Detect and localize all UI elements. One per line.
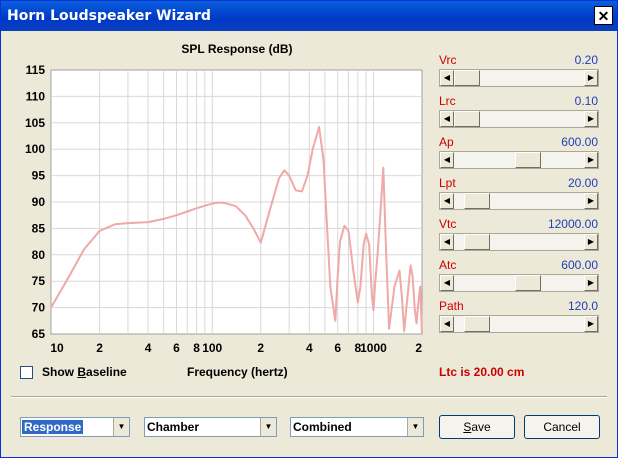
separator [11, 396, 607, 398]
slider-vrc[interactable]: ◀ ▶ [439, 69, 599, 87]
slider-thumb[interactable] [464, 234, 491, 250]
chevron-down-icon[interactable]: ▼ [113, 418, 129, 436]
title-bar: Horn Loudspeaker Wizard ✕ [1, 1, 617, 31]
spl-response-chart: 1151101051009590858075706510 2 4 6 8 100 2 4 6 81… [25, 63, 423, 355]
y-tick-label: 70 [32, 301, 46, 315]
x-tick-label: 4 [145, 341, 152, 355]
slider-thumb[interactable] [464, 193, 491, 209]
slider-path[interactable]: ◀ ▶ [439, 315, 599, 333]
y-tick-label: 110 [26, 89, 46, 103]
slider-label-vtc: Vtc [439, 217, 457, 231]
slider-value-lrc: 0.10 [574, 94, 598, 108]
x-tick-label: 2 [415, 341, 422, 355]
x-tick-label: 2 [257, 341, 264, 355]
chamber-select-value: Chamber [147, 420, 200, 434]
window-title: Horn Loudspeaker Wizard [7, 8, 211, 24]
slider-thumb[interactable] [515, 152, 542, 168]
status-text: Ltc is 20.00 cm [439, 365, 525, 379]
combined-select[interactable]: Combined ▼ [290, 417, 424, 437]
save-button[interactable]: Save [439, 415, 515, 439]
scroll-left-icon[interactable]: ◀ [440, 70, 454, 86]
x-tick-label: 10 [50, 341, 64, 355]
slider-label-path: Path [439, 299, 464, 313]
slider-label-vrc: Vrc [439, 53, 457, 67]
x-tick-label: 6 [334, 341, 341, 355]
slider-value-atc: 600.00 [561, 258, 598, 272]
chevron-down-icon[interactable]: ▼ [407, 418, 423, 436]
y-tick-label: 100 [25, 142, 45, 156]
slider-thumb[interactable] [454, 111, 480, 127]
slider-label-lpt: Lpt [439, 176, 456, 190]
x-tick-label: 2 [96, 341, 103, 355]
y-tick-label: 90 [32, 195, 46, 209]
response-select-value: Response [20, 419, 85, 435]
x-axis-title: Frequency (hertz) [187, 365, 288, 379]
y-tick-label: 95 [32, 169, 46, 183]
x-tick-label: 100 [202, 341, 222, 355]
scroll-right-icon[interactable]: ▶ [584, 111, 598, 127]
show-baseline-label[interactable]: Show Baseline [42, 365, 127, 379]
show-baseline-checkbox[interactable] [20, 366, 33, 379]
slider-thumb[interactable] [515, 275, 542, 291]
slider-label-atc: Atc [439, 258, 457, 272]
y-tick-label: 105 [25, 116, 45, 130]
scroll-left-icon[interactable]: ◀ [440, 193, 454, 209]
slider-lpt[interactable]: ◀ ▶ [439, 192, 599, 210]
chart-title: SPL Response (dB) [181, 42, 293, 56]
slider-vtc[interactable]: ◀ ▶ [439, 233, 599, 251]
y-tick-label: 65 [32, 327, 46, 341]
slider-value-path: 120.0 [567, 299, 598, 313]
scroll-left-icon[interactable]: ◀ [440, 316, 454, 332]
slider-atc[interactable]: ◀ ▶ [439, 274, 599, 292]
scroll-left-icon[interactable]: ◀ [440, 152, 454, 168]
slider-label-lrc: Lrc [439, 94, 456, 108]
scroll-right-icon[interactable]: ▶ [584, 193, 598, 209]
x-tick-label: 4 [306, 341, 313, 355]
scroll-right-icon[interactable]: ▶ [584, 152, 598, 168]
scroll-left-icon[interactable]: ◀ [440, 111, 454, 127]
slider-value-ap: 600.00 [561, 135, 598, 149]
y-tick-label: 80 [32, 248, 46, 262]
x-tick-label: 1000 [360, 341, 387, 355]
slider-ap[interactable]: ◀ ▶ [439, 151, 599, 169]
cancel-button[interactable]: Cancel [524, 415, 600, 439]
scroll-right-icon[interactable]: ▶ [584, 275, 598, 291]
y-tick-label: 75 [32, 274, 46, 288]
slider-value-lpt: 20.00 [567, 176, 598, 190]
scroll-right-icon[interactable]: ▶ [584, 316, 598, 332]
slider-value-vrc: 0.20 [574, 53, 598, 67]
slider-label-ap: Ap [439, 135, 454, 149]
x-tick-label: 6 [173, 341, 180, 355]
scroll-left-icon[interactable]: ◀ [440, 234, 454, 250]
wizard-window: Horn Loudspeaker Wizard ✕ SPL Response (… [0, 0, 618, 458]
slider-thumb[interactable] [464, 316, 491, 332]
slider-thumb[interactable] [454, 70, 480, 86]
response-select[interactable]: Response ▼ [20, 417, 130, 437]
scroll-left-icon[interactable]: ◀ [440, 275, 454, 291]
combined-select-value: Combined [293, 420, 352, 434]
scroll-right-icon[interactable]: ▶ [584, 70, 598, 86]
y-tick-label: 85 [32, 221, 46, 235]
slider-value-vtc: 12000.00 [547, 217, 598, 231]
y-tick-label: 115 [26, 63, 46, 77]
slider-lrc[interactable]: ◀ ▶ [439, 110, 599, 128]
scroll-right-icon[interactable]: ▶ [584, 234, 598, 250]
x-tick-label: 8 [193, 341, 200, 355]
chevron-down-icon[interactable]: ▼ [260, 418, 276, 436]
chamber-select[interactable]: Chamber ▼ [144, 417, 277, 437]
close-button[interactable]: ✕ [594, 6, 613, 25]
